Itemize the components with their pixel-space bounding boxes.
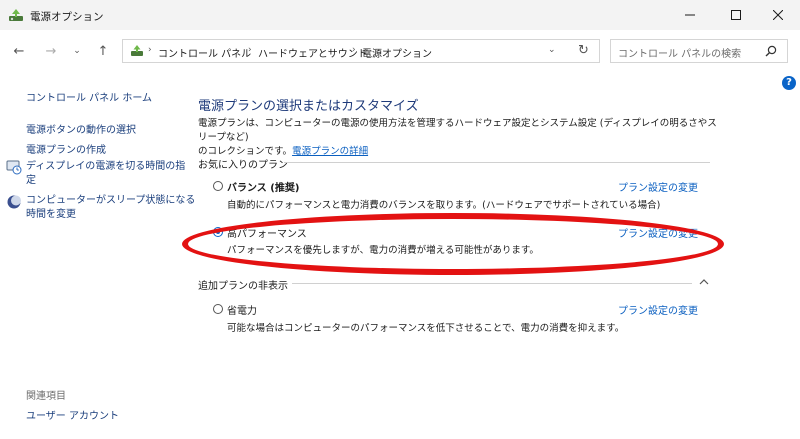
power-options-icon [9, 9, 23, 21]
maximize-button[interactable] [714, 0, 758, 30]
hidden-plans-label: 追加プランの非表示 [198, 281, 288, 292]
power-saver-plan-radio[interactable] [213, 304, 223, 314]
arrow-up-icon: ↑ [97, 43, 109, 59]
sleep-time-line2: 時間を変更 [26, 209, 76, 220]
breadcrumb-power-options[interactable]: 電源オプション [362, 45, 432, 60]
recent-locations-button[interactable]: ⌄ [68, 42, 86, 60]
help-icon[interactable]: ? [782, 76, 796, 90]
description-line1: 電源プランは、コンピューターの電源の使用方法を管理するハードウェア設定とシステム… [198, 118, 717, 143]
breadcrumb-separator-icon: › [352, 45, 356, 55]
group-divider [292, 283, 692, 284]
balanced-plan-radio[interactable] [213, 181, 223, 191]
user-accounts-link[interactable]: ユーザー アカウント [26, 407, 119, 422]
minimize-button[interactable] [668, 0, 712, 30]
control-panel-home-link[interactable]: コントロール パネル ホーム [26, 89, 152, 104]
group-divider [284, 162, 710, 163]
related-items-label: 関連項目 [26, 391, 66, 402]
choose-power-button-link[interactable]: 電源ボタンの動作の選択 [26, 121, 136, 136]
window-title: 電源オプション [30, 11, 104, 23]
power-saver-plan-description: 可能な場合はコンピューターのパフォーマンスを低下させることで、電力の消費を抑えま… [227, 323, 625, 334]
breadcrumb-separator-icon: › [248, 45, 252, 55]
favorite-plans-label: お気に入りのプラン [198, 160, 288, 171]
search-placeholder: コントロール パネルの検索 [618, 49, 742, 60]
sleep-time-line1: コンピューターがスリープ状態になる [26, 195, 196, 206]
power-saver-change-settings-link[interactable]: プラン設定の変更 [618, 302, 698, 317]
close-icon [773, 10, 783, 20]
chevron-down-icon: ⌄ [73, 46, 81, 56]
power-saver-plan-name[interactable]: 省電力 [227, 302, 257, 317]
close-button[interactable] [756, 0, 800, 30]
red-highlight-ellipse [182, 213, 724, 275]
clock-display-icon [6, 160, 22, 175]
up-button[interactable]: ↑ [94, 42, 112, 60]
power-plan-details-link[interactable]: 電源プランの詳細 [292, 146, 368, 157]
display-off-time-line2: 定 [26, 175, 36, 186]
page-title: 電源プランの選択またはカスタマイズ [198, 99, 419, 114]
forward-button[interactable]: → [42, 42, 60, 60]
chevron-up-icon[interactable] [698, 276, 710, 288]
moon-sleep-icon [7, 195, 21, 209]
sleep-time-link[interactable]: コンピューターがスリープ状態になる 時間を変更 [26, 194, 195, 222]
create-power-plan-link[interactable]: 電源プランの作成 [26, 141, 106, 156]
arrow-right-icon: → [45, 43, 57, 59]
back-button[interactable]: ← [10, 42, 28, 60]
display-off-time-link[interactable]: ディスプレイの電源を切る時間の指 定 [26, 160, 185, 188]
arrow-left-icon: ← [13, 43, 25, 59]
balanced-plan-description: 自動的にパフォーマンスと電力消費のバランスを取ります。(ハードウェアでサポートさ… [227, 200, 661, 211]
control-panel-icon [131, 45, 143, 56]
balanced-plan-name[interactable]: バランス (推奨) [227, 179, 299, 194]
minimize-icon [685, 14, 695, 16]
search-icon[interactable] [764, 44, 778, 58]
address-dropdown-chevron-icon[interactable]: ⌄ [548, 45, 556, 55]
display-off-time-line1: ディスプレイの電源を切る時間の指 [26, 161, 186, 172]
breadcrumb-control-panel[interactable]: コントロール パネル [158, 45, 251, 60]
maximize-icon [731, 10, 741, 20]
page-description: 電源プランは、コンピューターの電源の使用方法を管理するハードウェア設定とシステム… [198, 117, 718, 159]
breadcrumb-separator-icon: › [148, 45, 152, 55]
refresh-icon[interactable]: ↻ [578, 43, 589, 58]
balanced-change-settings-link[interactable]: プラン設定の変更 [618, 179, 698, 194]
